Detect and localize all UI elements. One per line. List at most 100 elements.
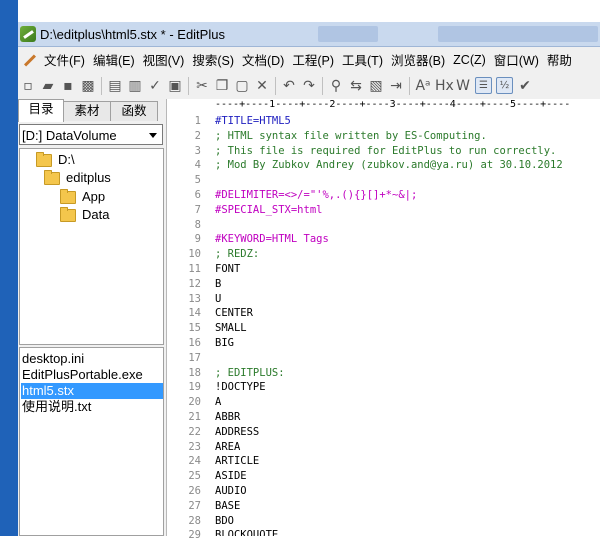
code-line[interactable]: ASIDE [215, 470, 247, 482]
goto-line-icon[interactable]: ⇥ [388, 78, 404, 94]
menu-item[interactable]: ZC(Z) [449, 53, 490, 67]
menu-item[interactable]: 文件(F) [40, 50, 89, 69]
new-file-icon[interactable]: ▫ [20, 78, 36, 94]
find-icon[interactable]: ⚲ [328, 78, 344, 94]
title-bar[interactable]: D:\editplus\html5.stx * - EditPlus [18, 22, 600, 47]
line-number: 4 [194, 159, 201, 172]
check-icon[interactable]: ✔ [517, 78, 533, 94]
wordwrap-icon[interactable]: W [455, 78, 471, 94]
line-number: 28 [188, 514, 201, 527]
tree-item-data[interactable]: Data [60, 206, 109, 224]
menu-item[interactable]: 编辑(E) [89, 50, 139, 69]
line-number: 29 [188, 529, 201, 541]
menu-item[interactable]: 工程(P) [288, 50, 338, 69]
file-item[interactable]: EditPlusPortable.exe [21, 367, 163, 383]
line-number: 3 [194, 144, 201, 157]
column-marker-icon[interactable]: ½ [496, 77, 513, 94]
paste-icon[interactable]: ▢ [234, 78, 250, 94]
line-number: 23 [188, 440, 201, 453]
save-all-icon[interactable]: ▩ [80, 78, 96, 94]
code-line[interactable]: SMALL [215, 322, 247, 334]
code-line[interactable]: CENTER [215, 307, 253, 319]
editplus-app-icon [20, 26, 36, 42]
code-line[interactable]: AUDIO [215, 485, 247, 497]
drive-value: [D:] DataVolume [22, 128, 117, 143]
line-number: 16 [188, 337, 201, 349]
save-icon[interactable]: ▪ [60, 78, 76, 94]
code-line[interactable]: #KEYWORD=HTML Tags [215, 233, 329, 245]
redo-icon[interactable]: ↷ [301, 78, 317, 94]
hex-icon[interactable]: Hx [435, 78, 454, 94]
menu-item[interactable]: 浏览器(B) [387, 50, 449, 69]
spell-check-icon[interactable]: ✓ [147, 78, 163, 94]
code-line[interactable]: ARTICLE [215, 455, 259, 467]
undo-icon[interactable]: ↶ [281, 78, 297, 94]
toolbar-separator [101, 76, 102, 95]
code-line[interactable]: BLOCKQUOTE [215, 529, 278, 536]
file-item[interactable]: 使用说明.txt [21, 399, 163, 415]
line-number: 24 [188, 455, 201, 468]
print-icon[interactable]: ▥ [127, 78, 143, 94]
line-number: 13 [188, 292, 201, 305]
cut-icon[interactable]: ✂ [194, 78, 210, 94]
code-text[interactable]: #TITLE=HTML5 ; HTML syntax file written b… [215, 111, 600, 536]
code-line[interactable]: A [215, 396, 221, 408]
menu-item[interactable]: 搜索(S) [188, 50, 238, 69]
code-line[interactable]: ; Mod By Zubkov Andrey (zubkov.and@ya.ru… [215, 159, 563, 171]
toolbar-separator [322, 76, 323, 95]
menu-item[interactable]: 视图(V) [139, 50, 189, 69]
code-line[interactable]: AREA [215, 441, 240, 453]
file-item-selected[interactable]: html5.stx [21, 383, 163, 399]
line-number: 8 [194, 218, 201, 231]
code-line[interactable]: #DELIMITER=<>/="'%,.(){}[]+*~&|; [215, 189, 417, 201]
menu-item[interactable]: 文档(D) [238, 50, 288, 69]
print-preview-icon[interactable]: ▤ [107, 78, 123, 94]
code-line[interactable]: BIG [215, 337, 234, 349]
line-number: 25 [188, 470, 201, 483]
tree-item-root[interactable]: D:\ [36, 151, 75, 169]
code-line[interactable]: ; HTML syntax file written by ES-Computi… [215, 130, 487, 142]
line-number: 21 [188, 411, 201, 423]
folder-open-icon [44, 169, 60, 185]
file-list: desktop.ini EditPlusPortable.exe html5.s… [19, 347, 164, 536]
tab-clips[interactable]: 素材 [63, 101, 111, 121]
tab-directory[interactable]: 目录 [18, 99, 64, 122]
code-line[interactable]: ; EDITPLUS: [215, 367, 285, 379]
menu-item[interactable]: 窗口(W) [490, 50, 543, 69]
line-number: 19 [188, 381, 201, 394]
drive-select[interactable]: [D:] DataVolume [19, 124, 163, 145]
copy-icon[interactable]: ❐ [214, 78, 230, 94]
tree-item-editplus[interactable]: editplus [44, 169, 111, 187]
code-line[interactable]: B [215, 278, 221, 290]
code-line[interactable]: #SPECIAL_STX=html [215, 204, 322, 216]
line-numbers-icon[interactable]: ☰ [475, 77, 492, 94]
ruler-text: ----+----1----+----2----+----3----+----4… [215, 99, 571, 110]
code-line[interactable]: U [215, 293, 221, 305]
line-number: 14 [188, 307, 201, 320]
code-line[interactable]: ; This file is required for EditPlus to … [215, 145, 556, 157]
font-icon[interactable]: Aᵃ [415, 78, 431, 94]
folder-icon [60, 188, 76, 204]
code-line[interactable]: BDO [215, 515, 234, 527]
replace-icon[interactable]: ⇆ [348, 78, 364, 94]
code-line[interactable]: #TITLE=HTML5 [215, 115, 291, 127]
code-line[interactable]: ABBR [215, 411, 240, 423]
directory-tree: D:\ editplus App Data [19, 148, 164, 345]
code-line[interactable]: ; REDZ: [215, 248, 259, 260]
menu-item[interactable]: 帮助 [543, 50, 576, 69]
tab-functions[interactable]: 函数 [110, 101, 158, 121]
delete-icon[interactable]: ✕ [254, 78, 270, 94]
code-line[interactable]: !DOCTYPE [215, 381, 266, 393]
tree-item-app[interactable]: App [60, 188, 105, 206]
find-in-files-icon[interactable]: ▧ [368, 78, 384, 94]
code-line[interactable]: FONT [215, 263, 240, 275]
menu-item[interactable]: 工具(T) [338, 50, 387, 69]
browser-icon[interactable]: ▣ [167, 78, 183, 94]
column-ruler: ----+----1----+----2----+----3----+----4… [215, 99, 600, 111]
code-line[interactable]: ADDRESS [215, 426, 259, 438]
chevron-down-icon[interactable] [149, 133, 157, 138]
code-line[interactable]: BASE [215, 500, 240, 512]
file-item[interactable]: desktop.ini [21, 351, 163, 367]
open-folder-icon[interactable]: ▰ [40, 78, 56, 94]
editor-area[interactable]: ----+----1----+----2----+----3----+----4… [167, 99, 600, 541]
